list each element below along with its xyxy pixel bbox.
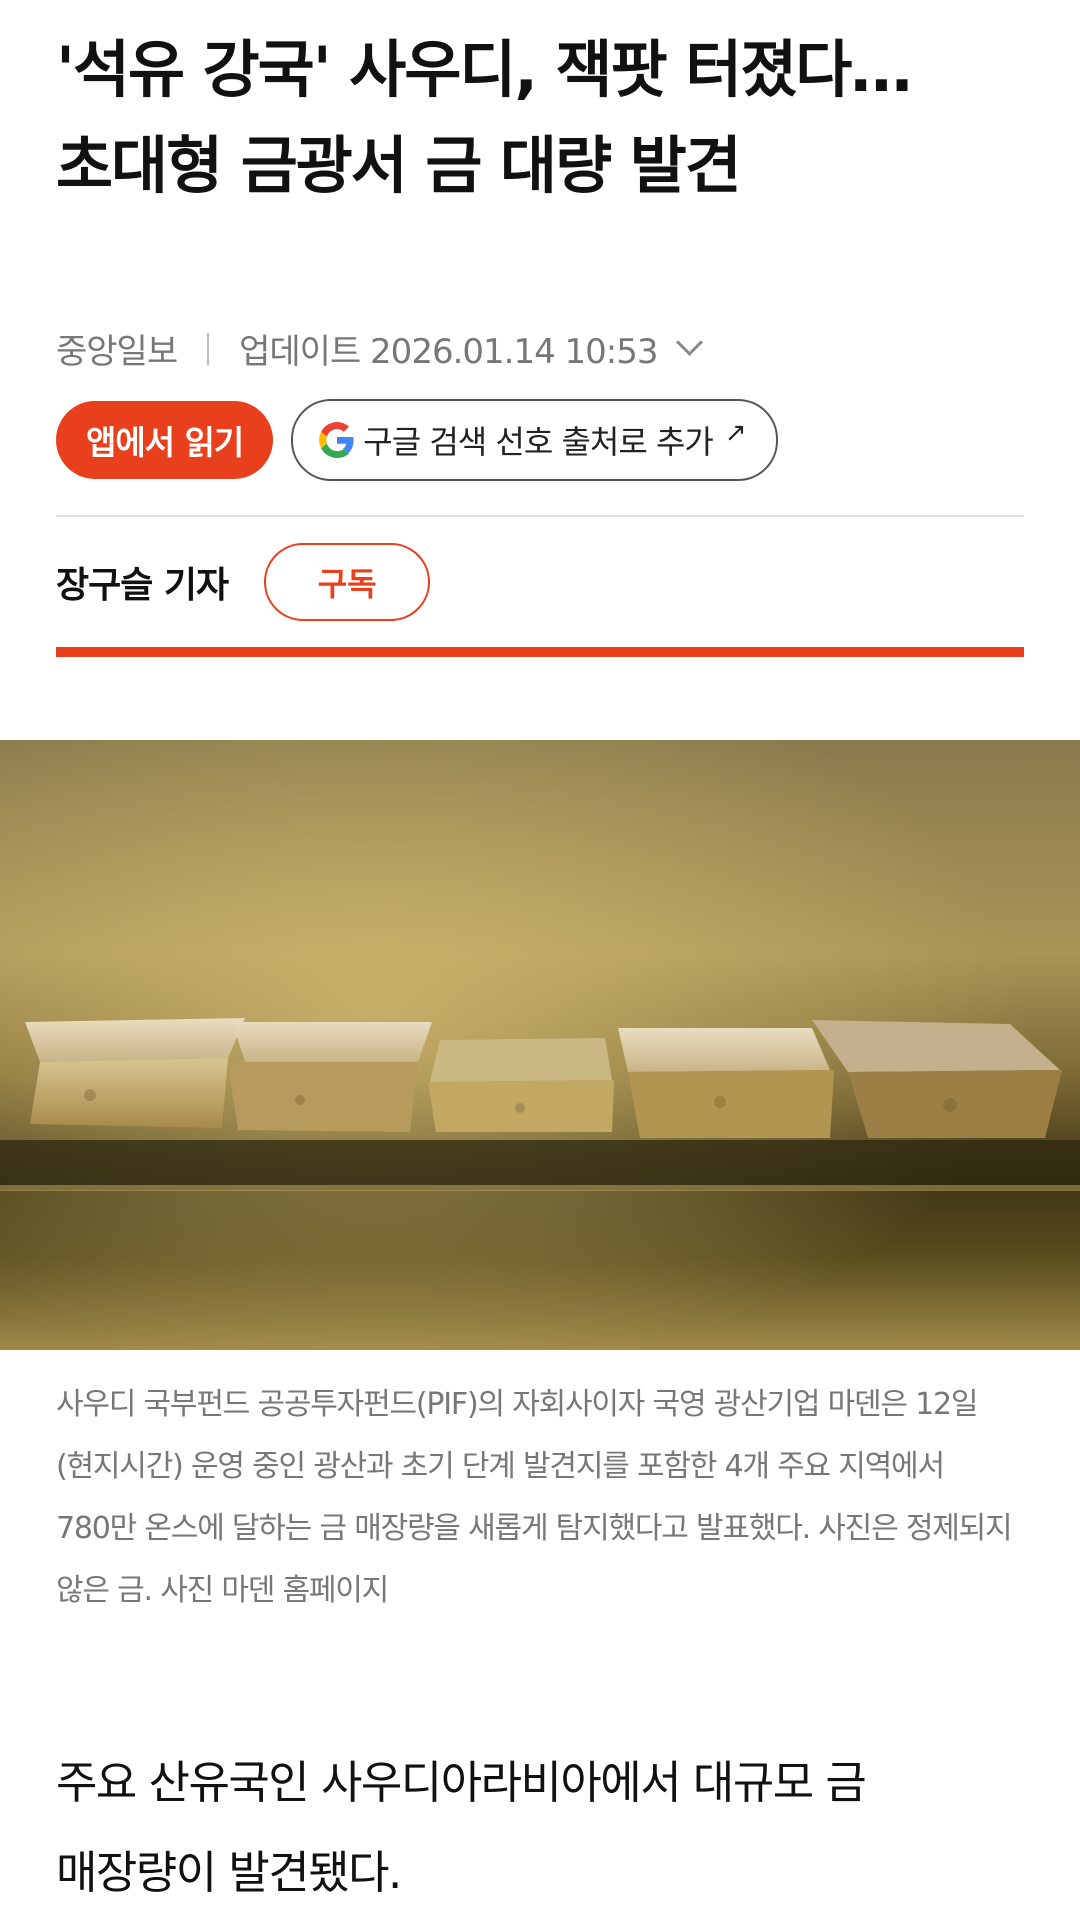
chevron-down-icon[interactable] bbox=[675, 329, 703, 356]
google-preferred-source-button[interactable]: 구글 검색 선호 출처로 추가 ↗ bbox=[291, 399, 778, 481]
article-meta: 중앙일보 업데이트 2026.01.14 10:53 bbox=[56, 324, 1024, 373]
article-photo bbox=[0, 740, 1080, 1350]
section-divider bbox=[56, 515, 1024, 517]
external-link-icon: ↗ bbox=[724, 418, 747, 448]
google-logo-icon bbox=[319, 422, 354, 458]
publisher-name: 중앙일보 bbox=[56, 332, 178, 372]
google-preferred-source-label: 구글 검색 선호 출처로 추가 bbox=[363, 423, 714, 461]
article-headline: '석유 강국' 사우디, 잭팟 터졌다… 초대형 금광서 금 대량 발견 bbox=[56, 0, 1024, 214]
action-buttons: 앱에서 읽기 구글 검색 선호 출처로 추가 ↗ bbox=[56, 399, 1024, 481]
updated-timestamp[interactable]: 업데이트 2026.01.14 10:53 bbox=[239, 324, 658, 373]
subscribe-button[interactable]: 구독 bbox=[264, 543, 431, 621]
headline-line-1: '석유 강국' 사우디, 잭팟 터졌다… bbox=[56, 33, 912, 106]
photo-caption: 사우디 국부펀드 공공투자펀드(PIF)의 자회사이자 국영 광산기업 마덴은 … bbox=[56, 1387, 1013, 1608]
reporter-name[interactable]: 장구슬 기자 bbox=[56, 556, 229, 608]
article-body-paragraph: 주요 산유국인 사우디아라비아에서 대규모 금 매장량이 발견됐다. bbox=[56, 1756, 867, 1899]
reporter-row: 장구슬 기자 구독 bbox=[56, 543, 1024, 621]
accent-divider bbox=[56, 647, 1024, 657]
headline-line-2: 초대형 금광서 금 대량 발견 bbox=[56, 129, 742, 202]
read-in-app-button[interactable]: 앱에서 읽기 bbox=[56, 401, 274, 479]
meta-divider bbox=[207, 332, 210, 365]
